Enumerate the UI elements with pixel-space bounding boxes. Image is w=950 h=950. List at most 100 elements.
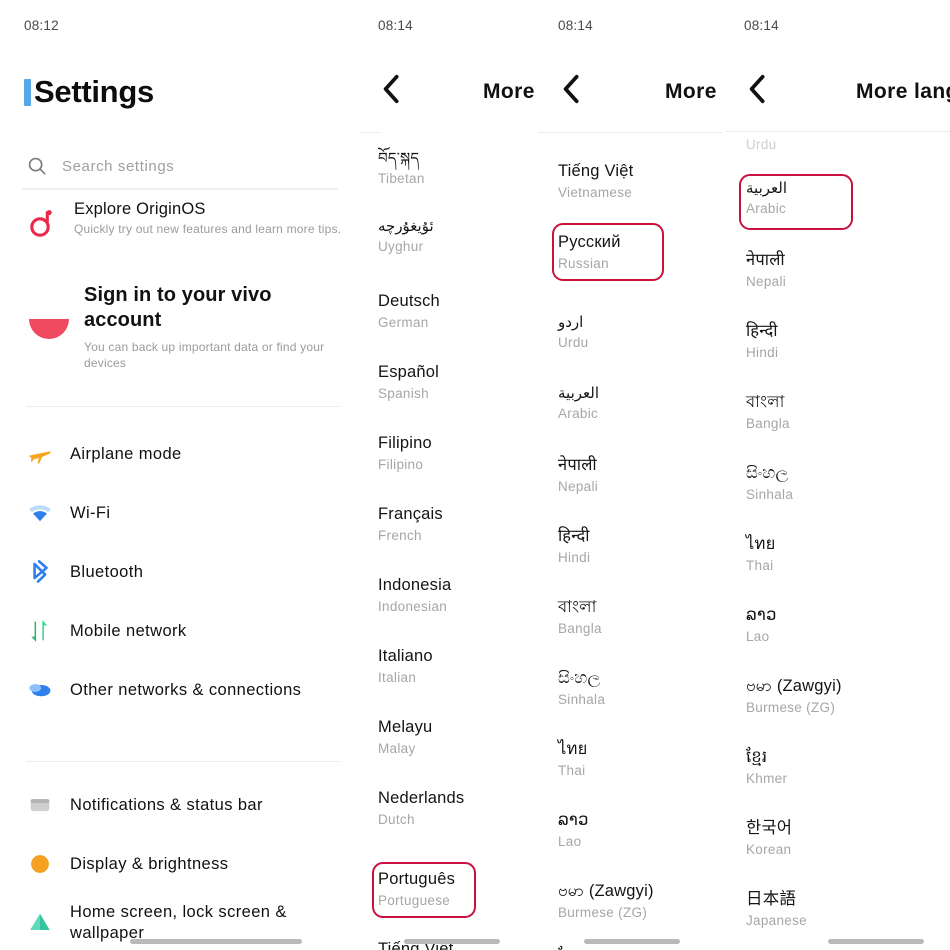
settings-title-text: Settings — [34, 74, 154, 110]
list-item[interactable]: हिन्दी Hindi — [746, 322, 778, 361]
sidebar-item-label: Bluetooth — [70, 562, 143, 583]
sidebar-item-airplane-mode[interactable]: Airplane mode — [26, 440, 346, 468]
other-networks-icon — [26, 676, 54, 704]
status-bar-time: 08:14 — [744, 18, 779, 33]
list-item[interactable]: हिन्दी Hindi — [558, 527, 590, 566]
status-bar-time: 08:14 — [558, 18, 593, 33]
list-item[interactable]: नेपाली Nepali — [746, 251, 786, 290]
notifications-status-bar-icon — [26, 791, 54, 819]
list-item[interactable]: සිංහල Sinhala — [558, 669, 605, 708]
language-english-name: Hindi — [746, 344, 778, 362]
list-item[interactable]: اردو Urdu — [558, 314, 588, 352]
language-english-name: Dutch — [378, 811, 464, 829]
home-indicator[interactable] — [584, 939, 680, 944]
language-native-name: Filipino — [378, 434, 432, 454]
sidebar-item-bluetooth[interactable]: Bluetooth — [26, 558, 346, 586]
list-item[interactable]: ئۇيغۇرچە Uyghur — [378, 218, 434, 256]
sidebar-item-notifications-status-bar[interactable]: Notifications & status bar — [26, 791, 346, 819]
list-item[interactable]: ဗမာ (Zawgyi) Burmese (ZG) — [746, 677, 842, 716]
search-input[interactable]: Search settings — [26, 155, 336, 177]
language-english-name: Sinhala — [558, 691, 605, 709]
more-languages-screen-1: 08:14 More བོད་སྐད Tibetan ئۇيغۇرچە Uygh… — [360, 0, 538, 950]
language-native-name: བོད་སྐད — [378, 150, 425, 168]
nav-bar: More — [538, 72, 726, 118]
back-chevron-icon[interactable] — [744, 72, 772, 106]
language-native-name: ខ្មែរ — [746, 748, 787, 768]
language-native-name: हिन्दी — [558, 527, 590, 547]
list-item[interactable]: ລາວ Lao — [558, 811, 589, 850]
language-english-name: Arabic — [558, 405, 599, 423]
vivo-account-card[interactable]: Sign in to your vivo account You can bac… — [26, 283, 348, 371]
language-english-name: Thai — [558, 762, 587, 780]
list-item[interactable]: Indonesia Indonesian — [378, 576, 451, 615]
language-english-name: Tibetan — [378, 170, 425, 188]
list-item[interactable]: ไทย Thai — [558, 740, 587, 779]
list-item[interactable]: Español Spanish — [378, 363, 439, 402]
sidebar-item-home-screen-wallpaper[interactable]: Home screen, lock screen & wallpaper — [26, 902, 346, 943]
language-native-name: ဗမာ (Zawgyi) — [746, 677, 842, 697]
list-item[interactable]: Italiano Italian — [378, 647, 433, 686]
back-chevron-icon[interactable] — [378, 72, 406, 106]
list-item[interactable]: ไทย Thai — [746, 535, 775, 574]
explore-originos-card[interactable]: Explore OriginOS Quickly try out new fea… — [26, 200, 346, 238]
list-item[interactable]: नेपाली Nepali — [558, 456, 598, 495]
list-item[interactable]: Filipino Filipino — [378, 434, 432, 473]
list-item[interactable]: 한국어 Korean — [746, 819, 792, 858]
language-english-name: Bangla — [558, 620, 602, 638]
list-item[interactable]: Tiếng Việt Vietnamese — [558, 162, 633, 201]
list-item[interactable]: 日本語 Japanese — [746, 890, 807, 929]
wifi-icon — [26, 499, 54, 527]
list-item[interactable]: বাংলা Bangla — [558, 598, 602, 637]
list-item[interactable]: Français French — [378, 505, 443, 544]
sidebar-item-other-networks[interactable]: Other networks & connections — [26, 676, 346, 704]
language-english-name: Arabic — [746, 200, 787, 218]
language-english-name: German — [378, 314, 440, 332]
language-native-name: العربية — [558, 385, 599, 403]
language-english-name: Burmese (ZG) — [558, 904, 654, 922]
list-item-selected[interactable]: Русский Russian — [558, 233, 621, 272]
home-indicator[interactable] — [130, 939, 302, 944]
list-item[interactable]: বাংলা Bangla — [746, 393, 790, 432]
status-bar-time: 08:12 — [24, 18, 59, 33]
nav-title: More — [665, 80, 717, 104]
language-native-name: Русский — [558, 233, 621, 253]
list-item[interactable]: ဗမာ (Zawgyi) Burmese (ZG) — [558, 882, 654, 921]
language-english-name: Japanese — [746, 912, 807, 930]
list-item[interactable]: Melayu Malay — [378, 718, 432, 757]
list-item-selected[interactable]: Português Portuguese — [378, 870, 455, 909]
language-native-name: ไทย — [558, 740, 587, 760]
list-item[interactable]: ລາວ Lao — [746, 606, 777, 645]
list-item[interactable]: Deutsch German — [378, 292, 440, 331]
account-card-subtitle: You can back up important data or find y… — [84, 339, 348, 371]
sidebar-item-display-brightness[interactable]: Display & brightness — [26, 850, 346, 878]
language-native-name: Italiano — [378, 647, 433, 667]
list-item[interactable]: ខ្មែរ Khmer — [746, 748, 787, 787]
page-title: Settings — [24, 74, 154, 110]
list-item[interactable]: සිංහල Sinhala — [746, 464, 793, 503]
list-item-selected[interactable]: العربية Arabic — [746, 180, 787, 218]
home-indicator[interactable] — [828, 939, 924, 944]
settings-screen: 08:12 Settings Search settings Explore O… — [0, 0, 360, 950]
partial-scrolled-item-label: Urdu — [746, 136, 776, 154]
language-english-name: Indonesian — [378, 598, 451, 616]
language-english-name: Uyghur — [378, 238, 434, 256]
language-native-name: العربية — [746, 180, 787, 198]
more-languages-screen-3: 08:14 More lang Urdu العربية Arabic नेपा… — [726, 0, 950, 950]
language-native-name: বাংলা — [746, 393, 790, 413]
more-languages-screen-2: 08:14 More Tiếng Việt Vietnamese Русский… — [538, 0, 726, 950]
sidebar-item-label: Airplane mode — [70, 444, 182, 465]
language-native-name: Español — [378, 363, 439, 383]
list-item[interactable]: Nederlands Dutch — [378, 789, 464, 828]
home-indicator[interactable] — [404, 939, 500, 944]
language-english-name: Nepali — [746, 273, 786, 291]
search-placeholder-text: Search settings — [62, 158, 174, 175]
list-item[interactable]: བོད་སྐད Tibetan — [378, 150, 425, 188]
sidebar-item-mobile-network[interactable]: Mobile network — [26, 617, 346, 645]
bluetooth-icon — [26, 558, 54, 586]
sidebar-item-wifi[interactable]: Wi-Fi — [26, 499, 346, 527]
language-english-name: Korean — [746, 841, 792, 859]
originos-logo-icon — [26, 206, 58, 238]
list-item[interactable]: العربية Arabic — [558, 385, 599, 423]
language-english-name: Bangla — [746, 415, 790, 433]
back-chevron-icon[interactable] — [558, 72, 586, 106]
